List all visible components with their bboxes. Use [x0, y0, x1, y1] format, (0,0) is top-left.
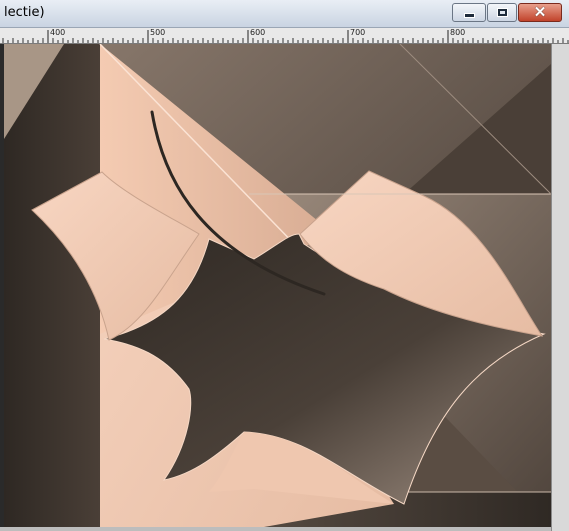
horizontal-ruler: 400 500 600 700 800: [0, 28, 569, 44]
left-dark-panel: [4, 44, 100, 527]
ruler-label-500: 500: [150, 28, 166, 37]
ruler-label-700: 700: [350, 28, 366, 37]
window-title: lectie): [4, 5, 45, 20]
maximize-icon: [496, 8, 508, 17]
artwork: [4, 44, 551, 527]
maximize-button[interactable]: [487, 3, 517, 22]
minimize-button[interactable]: [452, 3, 486, 22]
close-button[interactable]: ✕: [518, 3, 562, 22]
ruler-ticks: [2, 30, 569, 43]
bottom-window-edge: [0, 527, 551, 531]
vertical-scrollbar[interactable]: [551, 44, 569, 531]
image-canvas[interactable]: [4, 44, 551, 527]
ruler-label-800: 800: [450, 28, 466, 37]
title-bar[interactable]: lectie) ✕: [0, 0, 569, 28]
image-window: lectie) ✕ 400 500 600 700 800: [0, 0, 569, 531]
minimize-icon: [463, 13, 475, 18]
ruler-label-600: 600: [250, 28, 266, 37]
ruler-label-400: 400: [50, 28, 66, 37]
close-icon: ✕: [533, 4, 547, 21]
